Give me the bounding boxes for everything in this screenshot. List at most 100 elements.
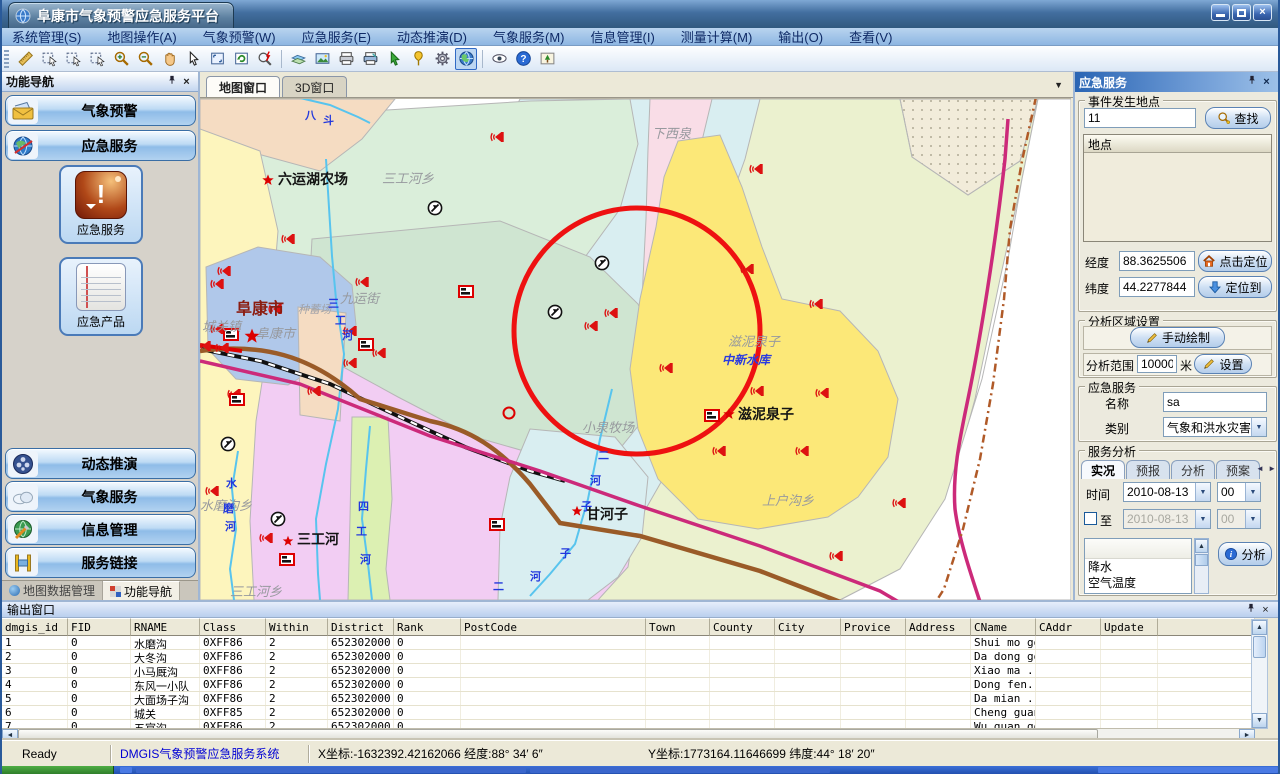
service-name-input[interactable]: [1163, 392, 1267, 412]
output-close-icon[interactable]: ×: [1258, 603, 1273, 617]
left-panel-close-icon[interactable]: ×: [179, 75, 194, 89]
place-list-header[interactable]: 地点: [1084, 135, 1271, 153]
manual-draw-button[interactable]: 手动绘制: [1130, 327, 1225, 348]
column-header-Class[interactable]: Class: [200, 618, 266, 636]
zoom-in-icon[interactable]: [110, 48, 132, 70]
table-row[interactable]: 50大面场子沟0XFF8626523020000Da mian ...: [2, 692, 1255, 706]
export-image-icon[interactable]: [311, 48, 333, 70]
menu-item-5[interactable]: 动态推演(D): [397, 27, 467, 46]
set-range-button[interactable]: 设置: [1194, 354, 1252, 374]
globe-service-icon[interactable]: [455, 48, 477, 70]
station-flag-icon[interactable]: [490, 519, 504, 530]
date-select[interactable]: 2010-08-13▼: [1123, 482, 1211, 502]
menu-item-7[interactable]: 信息管理(I): [591, 27, 655, 46]
monitor-station-icon[interactable]: [428, 201, 441, 214]
refresh-map-icon[interactable]: [230, 48, 252, 70]
station-flag-icon[interactable]: [280, 554, 294, 565]
select-rect-icon[interactable]: [38, 48, 60, 70]
station-flag-icon[interactable]: [705, 410, 719, 421]
scroll-up-icon[interactable]: ▲: [1195, 539, 1208, 553]
print-color-icon[interactable]: [359, 48, 381, 70]
goto-location-button[interactable]: 定位到: [1198, 276, 1272, 298]
column-header-Within[interactable]: Within: [266, 618, 328, 636]
nav-accordion-气象预警[interactable]: 气象预警: [5, 95, 196, 126]
chevron-down-icon[interactable]: ▼: [1245, 483, 1260, 501]
date2-select[interactable]: 2010-08-13▼: [1123, 509, 1211, 529]
nav-accordion-服务链接[interactable]: 服务链接: [5, 547, 196, 578]
minimize-button[interactable]: [1211, 4, 1230, 21]
table-row[interactable]: 30小马厩沟0XFF8626523020000Xiao ma ...: [2, 664, 1255, 678]
full-extent-icon[interactable]: [206, 48, 228, 70]
longitude-input[interactable]: [1119, 251, 1195, 271]
scene-image-icon[interactable]: [536, 48, 558, 70]
map-tab-dropdown-icon[interactable]: ▼: [1054, 80, 1063, 90]
analysis-layer-list[interactable]: 降水空气温度: [1084, 538, 1192, 594]
column-header-Town[interactable]: Town: [646, 618, 710, 636]
table-row[interactable]: 60城关0XFF8526523020000Cheng guan: [2, 706, 1255, 720]
menu-item-4[interactable]: 应急服务(E): [302, 27, 371, 46]
output-vertical-scrollbar[interactable]: ▲ ▼: [1251, 619, 1268, 729]
column-header-County[interactable]: County: [710, 618, 775, 636]
column-header-Rank[interactable]: Rank: [394, 618, 461, 636]
station-flag-icon[interactable]: [459, 286, 473, 297]
restore-button[interactable]: [1232, 4, 1251, 21]
shortcut-应急服务[interactable]: 应急服务: [59, 165, 143, 244]
service-type-select[interactable]: 气象和洪水灾害▼: [1163, 417, 1267, 437]
column-header-CAddr[interactable]: CAddr: [1036, 618, 1101, 636]
search-button[interactable]: 查找: [1205, 107, 1271, 129]
menu-item-9[interactable]: 输出(O): [778, 27, 823, 46]
station-flag-icon[interactable]: [359, 339, 373, 350]
monitor-station-icon[interactable]: [595, 256, 608, 269]
zoom-out-icon[interactable]: [134, 48, 156, 70]
map-tab-3D窗口[interactable]: 3D窗口: [282, 76, 347, 97]
range-input[interactable]: [1137, 355, 1177, 373]
analysis-tab-预报[interactable]: 预报: [1126, 460, 1170, 479]
analysis-tab-实况[interactable]: 实况: [1081, 460, 1125, 479]
station-flag-icon[interactable]: [230, 394, 244, 405]
menu-item-3[interactable]: 气象预警(W): [203, 27, 276, 46]
analysis-tab-分析[interactable]: 分析: [1171, 460, 1215, 479]
settings-gear-icon[interactable]: [431, 48, 453, 70]
pointer-green-icon[interactable]: [383, 48, 405, 70]
column-header-Address[interactable]: Address: [906, 618, 971, 636]
table-row[interactable]: 20大冬沟0XFF8626523020000Da dong gou: [2, 650, 1255, 664]
print-icon[interactable]: [335, 48, 357, 70]
right-panel-close-icon[interactable]: ×: [1259, 75, 1274, 89]
nav-accordion-应急服务[interactable]: 应急服务: [5, 130, 196, 161]
analyze-button[interactable]: 分析: [1218, 542, 1272, 566]
hour-select[interactable]: 00▼: [1217, 482, 1261, 502]
scroll-thumb[interactable]: [1253, 636, 1266, 658]
scroll-thumb[interactable]: [1195, 554, 1208, 566]
pointer-icon[interactable]: [182, 48, 204, 70]
table-row[interactable]: 40东风一小队0XFF8626523020000Dong fen...: [2, 678, 1255, 692]
monitor-station-icon[interactable]: [221, 437, 234, 450]
to-date-checkbox[interactable]: [1084, 512, 1097, 525]
menu-item-10[interactable]: 查看(V): [849, 27, 892, 46]
identify-icon[interactable]: [254, 48, 276, 70]
column-header-dmgis_id[interactable]: dmgis_id: [2, 618, 68, 636]
left-tab-功能导航[interactable]: 功能导航: [103, 581, 180, 600]
layer-item[interactable]: 降水: [1085, 559, 1191, 575]
column-header-City[interactable]: City: [775, 618, 841, 636]
monitor-station-icon[interactable]: [271, 512, 284, 525]
table-row[interactable]: 10水磨沟0XFF8626523020000Shui mo gou: [2, 636, 1255, 650]
left-tab-地图数据管理[interactable]: 地图数据管理: [2, 581, 103, 600]
right-panel-pin-icon[interactable]: [1244, 75, 1259, 89]
pan-hand-icon[interactable]: [158, 48, 180, 70]
menu-item-6[interactable]: 气象服务(M): [493, 27, 565, 46]
select-feature-icon[interactable]: [86, 48, 108, 70]
menu-item-2[interactable]: 地图操作(A): [107, 27, 176, 46]
output-pin-icon[interactable]: [1243, 603, 1258, 617]
map-canvas[interactable]: 六运湖农场三工河乡下西泉九运街阜康市城关镇阜康市种蓄场滋泥泉子中新水库滋泥泉子小…: [200, 98, 1071, 600]
scroll-up-icon[interactable]: ▲: [1252, 620, 1267, 635]
place-list[interactable]: 地点: [1083, 134, 1272, 242]
analysis-tab-预案[interactable]: 预案: [1216, 460, 1260, 479]
measure-tool-icon[interactable]: [14, 48, 36, 70]
left-panel-pin-icon[interactable]: [164, 75, 179, 89]
placemark-icon[interactable]: [407, 48, 429, 70]
nav-accordion-信息管理[interactable]: 信息管理: [5, 514, 196, 545]
location-search-input[interactable]: [1084, 108, 1196, 128]
column-header-PostCode[interactable]: PostCode: [461, 618, 646, 636]
select-polygon-icon[interactable]: [62, 48, 84, 70]
hour2-select[interactable]: 00▼: [1217, 509, 1261, 529]
